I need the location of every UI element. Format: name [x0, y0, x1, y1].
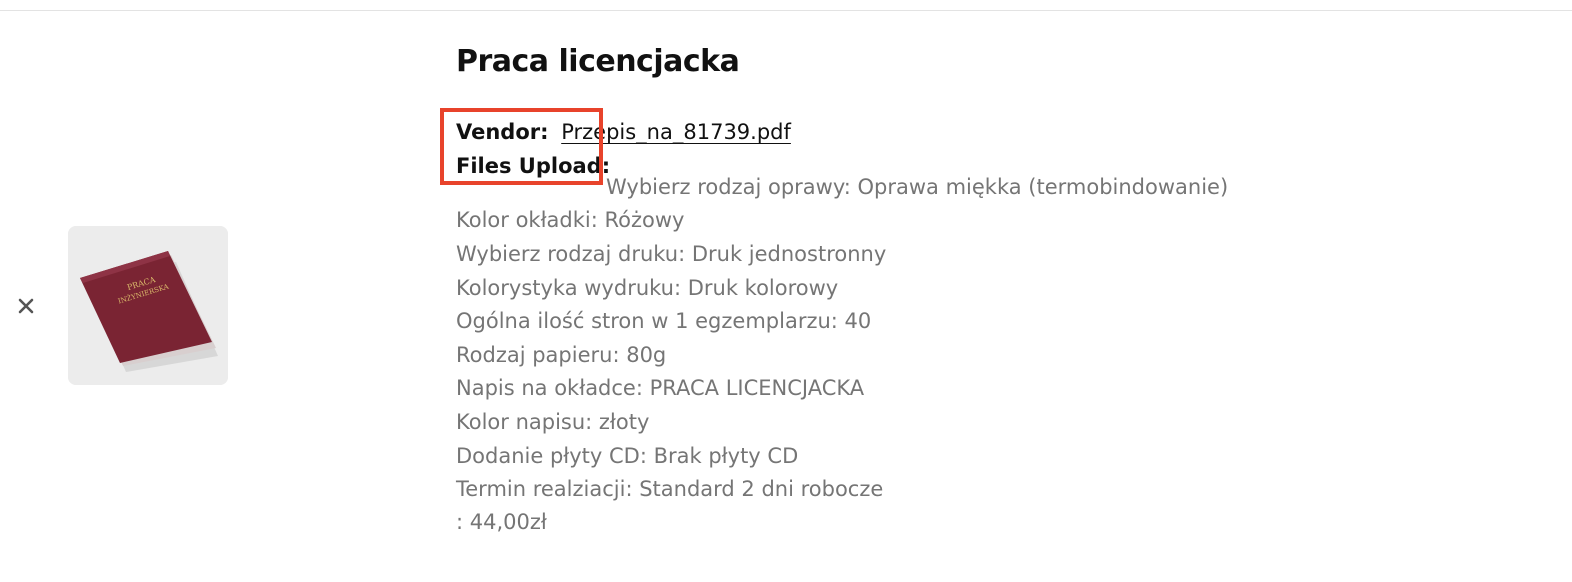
- remove-item-button[interactable]: [14, 294, 38, 318]
- option-lead-time: Termin realziacji: Standard 2 dni robocz…: [456, 477, 884, 501]
- option-paper-type: Rodzaj papieru: 80g: [456, 343, 667, 367]
- files-upload-label: Files Upload:: [456, 154, 611, 178]
- vendor-file-link[interactable]: Przepis_na_81739.pdf: [561, 120, 791, 144]
- vendor-label: Vendor:: [456, 120, 549, 144]
- vendor-row: Vendor: Przepis_na_81739.pdf: [456, 118, 791, 146]
- files-upload-row: Files Upload:: [456, 152, 610, 180]
- option-binding: Wybierz rodzaj oprawy: Oprawa miękka (te…: [606, 175, 1229, 199]
- product-title: Praca licencjacka: [456, 44, 740, 79]
- close-icon: [18, 298, 34, 314]
- option-print-type: Wybierz rodzaj druku: Druk jednostronny: [456, 242, 887, 266]
- option-cd: Dodanie płyty CD: Brak płyty CD: [456, 444, 799, 468]
- option-page-count: Ogólna ilość stron w 1 egzemplarzu: 40: [456, 309, 872, 333]
- option-print-color: Kolorystyka wydruku: Druk kolorowy: [456, 276, 839, 300]
- item-price: : 44,00zł: [456, 510, 547, 534]
- option-cover-color: Kolor okładki: Różowy: [456, 208, 685, 232]
- option-cover-text: Napis na okładce: PRACA LICENCJACKA: [456, 376, 865, 400]
- option-text-color: Kolor napisu: złoty: [456, 410, 650, 434]
- product-thumbnail[interactable]: PRACA INŻYNIERSKA: [68, 226, 228, 385]
- top-divider: [0, 10, 1572, 11]
